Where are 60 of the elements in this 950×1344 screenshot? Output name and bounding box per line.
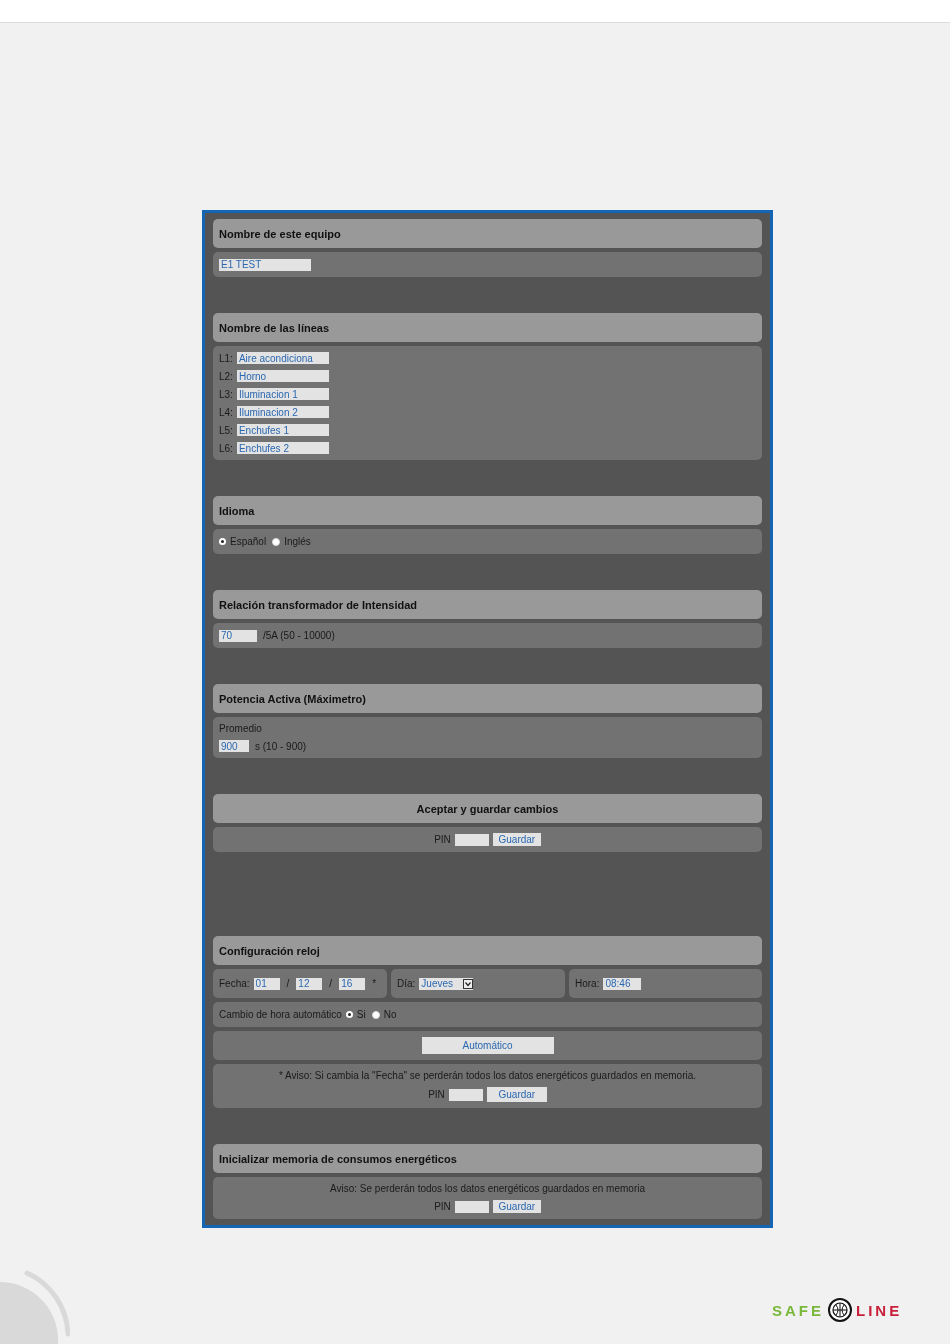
section-header: Relación transformador de Intensidad (213, 590, 762, 619)
radio-label: No (383, 1009, 397, 1020)
line-label: L1: (219, 352, 233, 364)
date-label: Fecha: (219, 978, 250, 989)
radio-button[interactable] (371, 1010, 380, 1019)
warning-text: * Aviso: Si cambia la "Fecha" se perderán todos los datos energéticos guardados en memoria. (278, 1070, 697, 1081)
average-range-text: s (10 - 900) (255, 740, 307, 752)
ratio-field[interactable]: 70 (219, 629, 257, 642)
average-label: Promedio (219, 723, 262, 734)
date-field[interactable]: 01 (253, 977, 280, 990)
pin-label: PIN (434, 1201, 451, 1212)
line-label: L4: (219, 406, 233, 418)
average-field[interactable]: 900 (219, 740, 249, 752)
pin-field[interactable] (448, 1088, 483, 1101)
line-name-field[interactable]: Aire acondiciona (236, 352, 329, 364)
section-header: Idioma (213, 496, 762, 525)
save-button[interactable]: Guardar (492, 833, 541, 846)
section-header: Potencia Activa (Máximetro) (213, 684, 762, 713)
pin-field[interactable] (454, 1200, 489, 1213)
line-label: L3: (219, 388, 233, 400)
logo-text: LINE (856, 1301, 903, 1319)
ratio-range-text: /5A (50 - 10000) (263, 630, 335, 641)
line-name-field[interactable]: Iluminacion 1 (236, 388, 329, 400)
save-button[interactable]: Guardar (492, 1200, 541, 1213)
radio-label: Si (356, 1009, 366, 1020)
day-dropdown[interactable]: Jueves (419, 977, 474, 990)
time-label: Hora: (575, 978, 600, 989)
line-label: L5: (219, 424, 233, 436)
line-label: L2: (219, 370, 233, 382)
automatic-button[interactable]: Automático (421, 1037, 554, 1054)
line-name-field[interactable]: Enchufes 2 (236, 442, 329, 454)
dst-label: Cambio de hora automático (219, 1009, 342, 1020)
pin-field[interactable] (454, 833, 489, 846)
section-header: Nombre de las líneas (213, 313, 762, 342)
radio-label: Inglés (284, 536, 311, 547)
radio-button[interactable] (272, 537, 281, 546)
line-name-field[interactable]: Horno (236, 370, 329, 382)
line-label: L6: (219, 442, 233, 454)
date-separator: / (286, 978, 290, 989)
section-header: Configuración reloj (213, 936, 762, 965)
logo-text: SAFE (772, 1301, 824, 1319)
section-header: Aceptar y guardar cambios (213, 794, 762, 823)
section-header: Inicializar memoria de consumos energéticos (213, 1144, 762, 1173)
line-name-field[interactable]: Iluminacion 2 (236, 406, 329, 418)
section-header: Nombre de este equipo (213, 219, 762, 248)
warning-text: Aviso: Se perderán todos los datos energéticos guardados en memoria (330, 1183, 645, 1194)
pin-label: PIN (434, 834, 451, 845)
save-button[interactable]: Guardar (486, 1087, 547, 1102)
date-field[interactable]: 16 (339, 977, 366, 990)
pin-label: PIN (428, 1089, 445, 1100)
date-separator: / (329, 978, 333, 989)
device-name-field[interactable]: E1 TEST (219, 258, 311, 271)
time-field[interactable]: 08:46 (603, 977, 642, 990)
date-separator: * (372, 978, 377, 989)
day-label: Día: (397, 978, 416, 989)
date-field[interactable]: 12 (296, 977, 323, 990)
caret-icon (463, 978, 474, 989)
radio-label: Español (230, 536, 267, 547)
globe-icon (828, 1298, 852, 1322)
line-name-field[interactable]: Enchufes 1 (236, 424, 329, 436)
